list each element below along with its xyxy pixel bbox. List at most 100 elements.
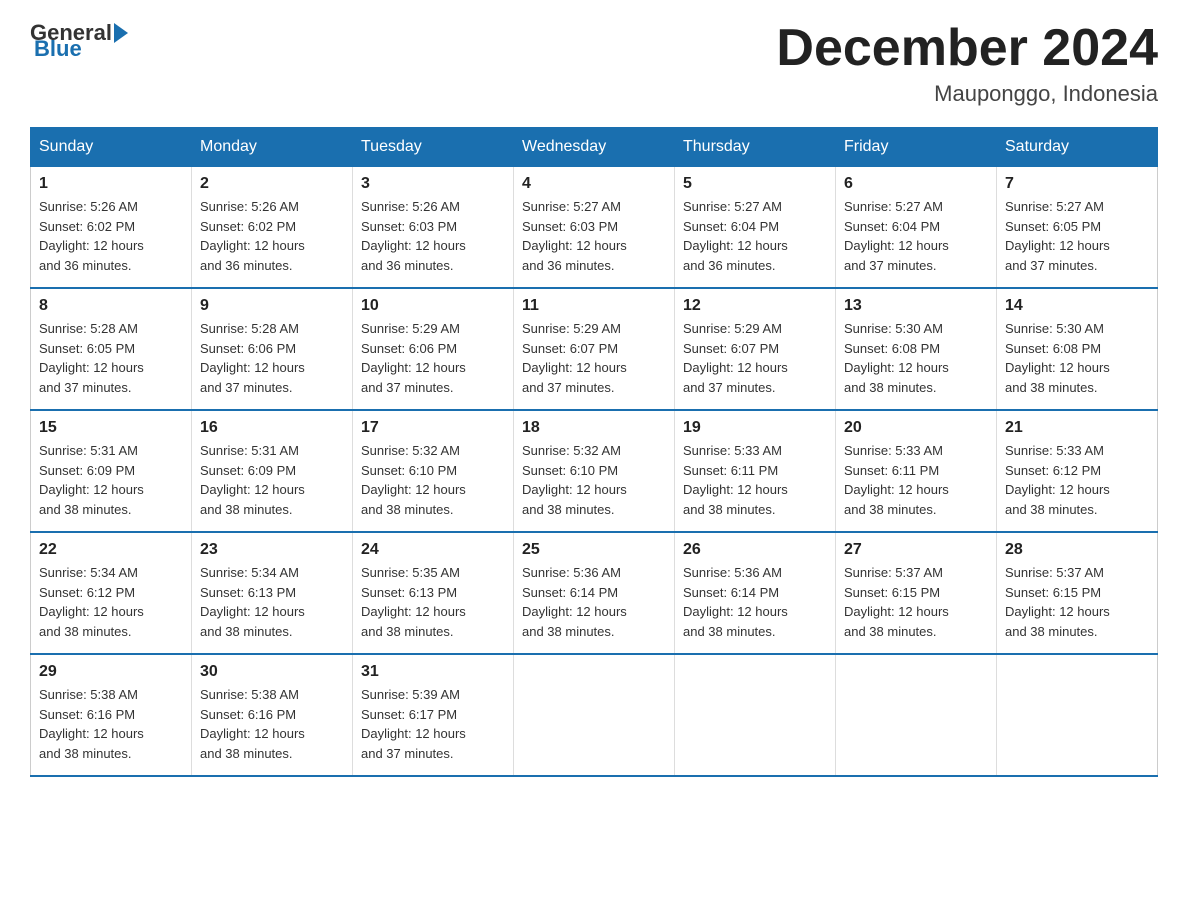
header-sunday: Sunday xyxy=(31,128,192,167)
day-number: 10 xyxy=(361,297,505,315)
calendar-week-row: 8 Sunrise: 5:28 AM Sunset: 6:05 PM Dayli… xyxy=(31,288,1158,410)
day-info: Sunrise: 5:39 AM Sunset: 6:17 PM Dayligh… xyxy=(361,685,505,763)
month-title: December 2024 xyxy=(776,20,1158,77)
day-number: 30 xyxy=(200,663,344,681)
day-number: 7 xyxy=(1005,175,1149,193)
calendar-cell: 17 Sunrise: 5:32 AM Sunset: 6:10 PM Dayl… xyxy=(353,410,514,532)
logo-blue-text: Blue xyxy=(34,36,82,62)
day-number: 4 xyxy=(522,175,666,193)
day-info: Sunrise: 5:33 AM Sunset: 6:12 PM Dayligh… xyxy=(1005,441,1149,519)
calendar-header-row: SundayMondayTuesdayWednesdayThursdayFrid… xyxy=(31,128,1158,167)
day-info: Sunrise: 5:37 AM Sunset: 6:15 PM Dayligh… xyxy=(1005,563,1149,641)
calendar-week-row: 15 Sunrise: 5:31 AM Sunset: 6:09 PM Dayl… xyxy=(31,410,1158,532)
calendar-cell: 12 Sunrise: 5:29 AM Sunset: 6:07 PM Dayl… xyxy=(675,288,836,410)
day-number: 26 xyxy=(683,541,827,559)
day-info: Sunrise: 5:27 AM Sunset: 6:04 PM Dayligh… xyxy=(683,197,827,275)
day-number: 19 xyxy=(683,419,827,437)
day-info: Sunrise: 5:30 AM Sunset: 6:08 PM Dayligh… xyxy=(1005,319,1149,397)
day-number: 29 xyxy=(39,663,183,681)
header-thursday: Thursday xyxy=(675,128,836,167)
day-info: Sunrise: 5:32 AM Sunset: 6:10 PM Dayligh… xyxy=(361,441,505,519)
day-info: Sunrise: 5:26 AM Sunset: 6:02 PM Dayligh… xyxy=(39,197,183,275)
calendar-cell: 2 Sunrise: 5:26 AM Sunset: 6:02 PM Dayli… xyxy=(192,167,353,289)
day-info: Sunrise: 5:35 AM Sunset: 6:13 PM Dayligh… xyxy=(361,563,505,641)
day-info: Sunrise: 5:26 AM Sunset: 6:02 PM Dayligh… xyxy=(200,197,344,275)
calendar-cell: 11 Sunrise: 5:29 AM Sunset: 6:07 PM Dayl… xyxy=(514,288,675,410)
day-number: 17 xyxy=(361,419,505,437)
day-info: Sunrise: 5:36 AM Sunset: 6:14 PM Dayligh… xyxy=(522,563,666,641)
day-number: 12 xyxy=(683,297,827,315)
day-number: 15 xyxy=(39,419,183,437)
day-number: 11 xyxy=(522,297,666,315)
calendar-cell: 6 Sunrise: 5:27 AM Sunset: 6:04 PM Dayli… xyxy=(836,167,997,289)
calendar-cell: 24 Sunrise: 5:35 AM Sunset: 6:13 PM Dayl… xyxy=(353,532,514,654)
calendar-cell: 16 Sunrise: 5:31 AM Sunset: 6:09 PM Dayl… xyxy=(192,410,353,532)
day-number: 9 xyxy=(200,297,344,315)
calendar-cell: 15 Sunrise: 5:31 AM Sunset: 6:09 PM Dayl… xyxy=(31,410,192,532)
calendar-cell: 18 Sunrise: 5:32 AM Sunset: 6:10 PM Dayl… xyxy=(514,410,675,532)
calendar-week-row: 29 Sunrise: 5:38 AM Sunset: 6:16 PM Dayl… xyxy=(31,654,1158,776)
calendar-cell: 21 Sunrise: 5:33 AM Sunset: 6:12 PM Dayl… xyxy=(997,410,1158,532)
day-number: 8 xyxy=(39,297,183,315)
day-info: Sunrise: 5:30 AM Sunset: 6:08 PM Dayligh… xyxy=(844,319,988,397)
calendar-cell: 23 Sunrise: 5:34 AM Sunset: 6:13 PM Dayl… xyxy=(192,532,353,654)
calendar-cell: 4 Sunrise: 5:27 AM Sunset: 6:03 PM Dayli… xyxy=(514,167,675,289)
header-monday: Monday xyxy=(192,128,353,167)
day-number: 13 xyxy=(844,297,988,315)
header-tuesday: Tuesday xyxy=(353,128,514,167)
day-number: 14 xyxy=(1005,297,1149,315)
day-info: Sunrise: 5:28 AM Sunset: 6:06 PM Dayligh… xyxy=(200,319,344,397)
day-info: Sunrise: 5:31 AM Sunset: 6:09 PM Dayligh… xyxy=(39,441,183,519)
calendar-cell: 25 Sunrise: 5:36 AM Sunset: 6:14 PM Dayl… xyxy=(514,532,675,654)
calendar-table: SundayMondayTuesdayWednesdayThursdayFrid… xyxy=(30,127,1158,777)
calendar-cell: 3 Sunrise: 5:26 AM Sunset: 6:03 PM Dayli… xyxy=(353,167,514,289)
calendar-cell xyxy=(836,654,997,776)
calendar-cell: 30 Sunrise: 5:38 AM Sunset: 6:16 PM Dayl… xyxy=(192,654,353,776)
day-number: 25 xyxy=(522,541,666,559)
day-info: Sunrise: 5:36 AM Sunset: 6:14 PM Dayligh… xyxy=(683,563,827,641)
day-info: Sunrise: 5:37 AM Sunset: 6:15 PM Dayligh… xyxy=(844,563,988,641)
calendar-cell: 26 Sunrise: 5:36 AM Sunset: 6:14 PM Dayl… xyxy=(675,532,836,654)
calendar-cell: 10 Sunrise: 5:29 AM Sunset: 6:06 PM Dayl… xyxy=(353,288,514,410)
day-info: Sunrise: 5:29 AM Sunset: 6:07 PM Dayligh… xyxy=(522,319,666,397)
day-info: Sunrise: 5:33 AM Sunset: 6:11 PM Dayligh… xyxy=(683,441,827,519)
day-number: 16 xyxy=(200,419,344,437)
calendar-cell: 22 Sunrise: 5:34 AM Sunset: 6:12 PM Dayl… xyxy=(31,532,192,654)
day-info: Sunrise: 5:38 AM Sunset: 6:16 PM Dayligh… xyxy=(200,685,344,763)
calendar-cell: 1 Sunrise: 5:26 AM Sunset: 6:02 PM Dayli… xyxy=(31,167,192,289)
location-label: Mauponggo, Indonesia xyxy=(776,81,1158,107)
calendar-cell xyxy=(675,654,836,776)
day-number: 28 xyxy=(1005,541,1149,559)
calendar-week-row: 1 Sunrise: 5:26 AM Sunset: 6:02 PM Dayli… xyxy=(31,167,1158,289)
calendar-cell: 28 Sunrise: 5:37 AM Sunset: 6:15 PM Dayl… xyxy=(997,532,1158,654)
day-info: Sunrise: 5:34 AM Sunset: 6:12 PM Dayligh… xyxy=(39,563,183,641)
day-number: 20 xyxy=(844,419,988,437)
day-number: 22 xyxy=(39,541,183,559)
day-info: Sunrise: 5:33 AM Sunset: 6:11 PM Dayligh… xyxy=(844,441,988,519)
calendar-cell: 8 Sunrise: 5:28 AM Sunset: 6:05 PM Dayli… xyxy=(31,288,192,410)
day-number: 1 xyxy=(39,175,183,193)
day-info: Sunrise: 5:27 AM Sunset: 6:05 PM Dayligh… xyxy=(1005,197,1149,275)
logo: General Blue xyxy=(30,20,130,62)
calendar-cell: 27 Sunrise: 5:37 AM Sunset: 6:15 PM Dayl… xyxy=(836,532,997,654)
calendar-cell xyxy=(514,654,675,776)
day-number: 23 xyxy=(200,541,344,559)
day-number: 21 xyxy=(1005,419,1149,437)
calendar-cell: 9 Sunrise: 5:28 AM Sunset: 6:06 PM Dayli… xyxy=(192,288,353,410)
calendar-cell: 31 Sunrise: 5:39 AM Sunset: 6:17 PM Dayl… xyxy=(353,654,514,776)
day-number: 27 xyxy=(844,541,988,559)
day-info: Sunrise: 5:29 AM Sunset: 6:07 PM Dayligh… xyxy=(683,319,827,397)
day-info: Sunrise: 5:34 AM Sunset: 6:13 PM Dayligh… xyxy=(200,563,344,641)
calendar-cell: 14 Sunrise: 5:30 AM Sunset: 6:08 PM Dayl… xyxy=(997,288,1158,410)
day-info: Sunrise: 5:26 AM Sunset: 6:03 PM Dayligh… xyxy=(361,197,505,275)
day-info: Sunrise: 5:32 AM Sunset: 6:10 PM Dayligh… xyxy=(522,441,666,519)
day-number: 6 xyxy=(844,175,988,193)
day-info: Sunrise: 5:29 AM Sunset: 6:06 PM Dayligh… xyxy=(361,319,505,397)
day-info: Sunrise: 5:28 AM Sunset: 6:05 PM Dayligh… xyxy=(39,319,183,397)
header-wednesday: Wednesday xyxy=(514,128,675,167)
day-number: 24 xyxy=(361,541,505,559)
day-number: 3 xyxy=(361,175,505,193)
page-header: General Blue December 2024 Mauponggo, In… xyxy=(30,20,1158,107)
day-number: 5 xyxy=(683,175,827,193)
calendar-cell: 29 Sunrise: 5:38 AM Sunset: 6:16 PM Dayl… xyxy=(31,654,192,776)
